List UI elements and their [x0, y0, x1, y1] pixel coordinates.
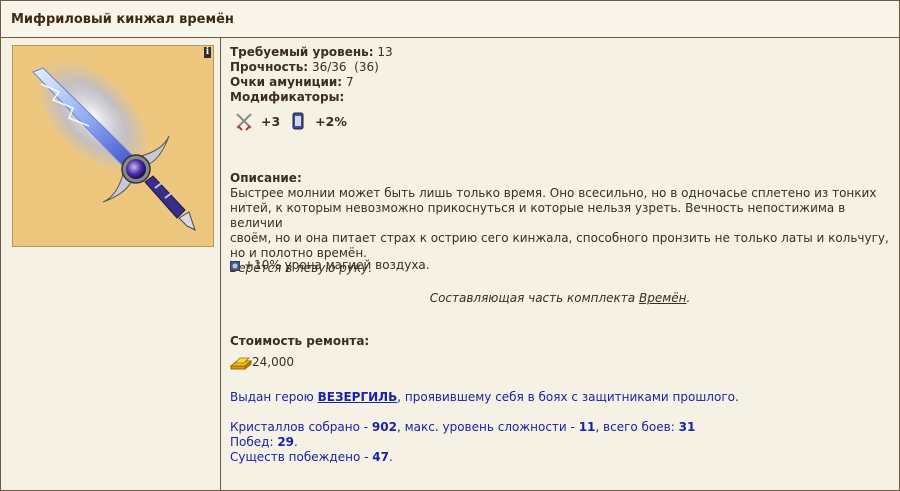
durability-value: 36/36 — [311, 60, 347, 74]
level-row: Требуемый уровень: 13 — [230, 45, 393, 59]
title-bar: Мифриловый кинжал времён — [1, 1, 899, 38]
ammo-value: 7 — [345, 75, 354, 89]
artifact-title: Мифриловый кинжал времён — [11, 12, 234, 27]
crystals-row: Кристаллов собрано - 902, макс. уровень … — [230, 420, 696, 434]
info-icon[interactable]: i — [204, 47, 211, 58]
durability-max: (36) — [354, 60, 379, 74]
battles-value: 31 — [678, 420, 696, 434]
scroll-icon — [292, 112, 304, 130]
repair-label: Стоимость ремонта: — [230, 334, 370, 348]
level-value: 13 — [377, 45, 393, 59]
image-cell: i — [1, 38, 221, 490]
ammo-row: Очки амуниции: 7 — [230, 75, 354, 89]
repair-cost-value: 24,000 — [252, 355, 294, 369]
gold-icon — [230, 357, 252, 370]
durability-row: Прочность: 36/36 (36) — [230, 60, 379, 74]
set-link[interactable]: Времён — [639, 291, 687, 305]
wins-row: Побед: 29. — [230, 435, 298, 449]
crossed-swords-icon — [236, 113, 252, 131]
crystals-value: 902 — [371, 420, 397, 434]
modifiers-label: Модификаторы: — [230, 90, 345, 104]
dagger-icon — [32, 58, 196, 231]
modifier-percent-value: +2% — [315, 113, 347, 129]
difficulty-value: 11 — [578, 420, 596, 434]
artifact-image: i — [12, 45, 214, 247]
creatures-row: Существ побеждено - 47. — [230, 450, 393, 464]
description-line-2: нитей, к которым невозможно прикоснуться… — [230, 201, 846, 230]
artifact-card: Мифриловый кинжал времён i Требуемый уро… — [0, 0, 900, 491]
bonus-text: +10% урона магией воздуха. — [244, 258, 430, 272]
bonus-row: +10% урона магией воздуха. — [230, 258, 430, 273]
hero-line: Выдан герою ВЕЗЕРГИЛЬ, проявившему себя … — [230, 390, 739, 404]
repair-cost: 24,000 — [230, 355, 294, 370]
wins-value: 29 — [277, 435, 295, 449]
modifiers-list: +3 +2% — [230, 110, 351, 132]
description-label: Описание: — [230, 171, 302, 185]
air-magic-icon — [230, 260, 240, 271]
creatures-value: 47 — [372, 450, 389, 464]
description-line-3: своём, но и она питает страх к острию се… — [230, 231, 889, 245]
description-line-1: Быстрее молнии может быть лишь только вр… — [230, 186, 877, 200]
hero-link[interactable]: ВЕЗЕРГИЛЬ — [318, 390, 398, 404]
modifier-attack-value: +3 — [261, 113, 281, 129]
set-info: Составляющая часть комплекта Времён. — [429, 291, 691, 305]
